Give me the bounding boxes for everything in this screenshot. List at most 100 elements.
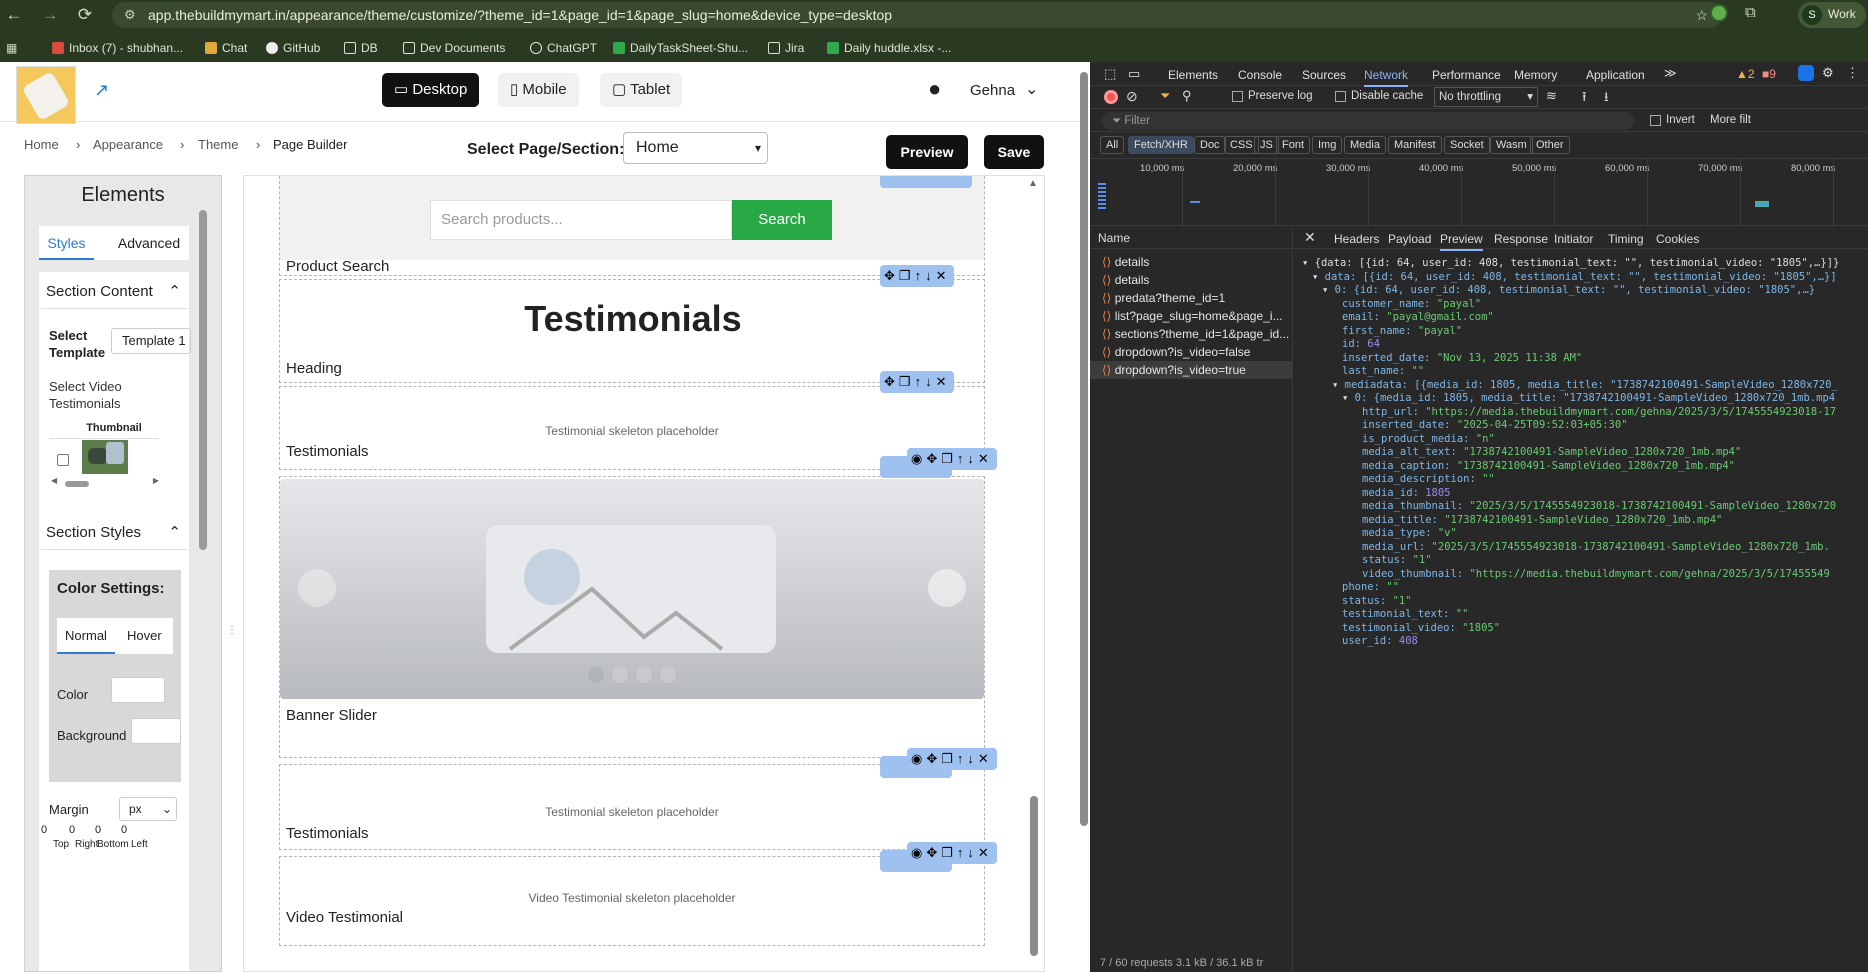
arrow-up-icon[interactable]: ↑: [957, 751, 968, 766]
request-row[interactable]: ⟨⟩ dropdown?is_video=false: [1102, 345, 1250, 359]
arrow-down-icon[interactable]: ↓: [967, 451, 978, 466]
filter-all[interactable]: All: [1100, 136, 1125, 154]
extensions-icon[interactable]: ⧉: [1745, 4, 1756, 21]
inspect-icon[interactable]: ⬚: [1104, 66, 1116, 82]
request-row[interactable]: ⟨⟩ details: [1102, 255, 1149, 269]
visibility-eye-icon[interactable]: ◉: [911, 751, 926, 766]
close-icon[interactable]: ✕: [978, 751, 993, 766]
filter-manifest[interactable]: Manifest: [1388, 136, 1442, 154]
bookmark-daily-huddle[interactable]: Daily huddle.xlsx -...: [827, 41, 951, 55]
close-icon[interactable]: ✕: [978, 451, 993, 466]
filter-socket[interactable]: Socket: [1444, 136, 1490, 154]
network-conditions-icon[interactable]: ≋: [1546, 88, 1557, 104]
section-content-header[interactable]: Section Content ⌃: [41, 275, 187, 309]
section-toolbar-expanded[interactable]: ◉✥❐↑↓✕: [907, 842, 997, 864]
tab-styles[interactable]: Styles: [39, 226, 94, 260]
request-row-selected[interactable]: ⟨⟩ dropdown?is_video=true: [1090, 361, 1292, 379]
section-heading[interactable]: Testimonials Heading: [279, 279, 985, 383]
settings-gear-icon[interactable]: ⚙: [1822, 65, 1834, 81]
arrow-up-icon[interactable]: ↑: [957, 451, 968, 466]
site-info-icon[interactable]: ⚙: [124, 2, 136, 28]
duplicate-icon[interactable]: ❐: [941, 845, 957, 860]
tab-headers[interactable]: Headers: [1334, 232, 1379, 246]
slider-dot[interactable]: [588, 667, 604, 683]
json-root-line[interactable]: ▾ {data: [{id: 64, user_id: 408, testimo…: [1302, 257, 1839, 269]
move-icon[interactable]: ✥: [926, 751, 941, 766]
slider-dot[interactable]: [636, 667, 652, 683]
json-mediadata-line[interactable]: ▾ mediadata: [{media_id: 1805, media_tit…: [1332, 379, 1838, 391]
json-media-item-line[interactable]: ▾ 0: {media_id: 1805, media_title: "1738…: [1342, 392, 1835, 404]
bookmark-star-icon[interactable]: ☆: [1695, 2, 1708, 28]
clear-icon[interactable]: ⊘: [1126, 88, 1138, 105]
profile-button[interactable]: S Work: [1798, 2, 1866, 28]
slider-prev-button[interactable]: [298, 569, 336, 607]
back-icon[interactable]: ←: [4, 5, 24, 25]
export-har-icon[interactable]: ⭳: [1604, 88, 1609, 110]
request-row[interactable]: ⟨⟩ predata?theme_id=1: [1102, 291, 1225, 305]
duplicate-icon[interactable]: ❐: [941, 451, 957, 466]
filter-fetch-xhr[interactable]: Fetch/XHR: [1128, 136, 1194, 154]
filter-img[interactable]: Img: [1312, 136, 1343, 154]
canvas-scrollbar[interactable]: [1030, 796, 1038, 956]
forward-icon[interactable]: →: [40, 5, 60, 25]
preview-button[interactable]: Preview: [886, 135, 968, 169]
tab-sources[interactable]: Sources: [1302, 68, 1346, 82]
move-icon[interactable]: ✥: [884, 374, 899, 389]
ai-assistant-icon[interactable]: [1798, 65, 1814, 81]
margin-unit-select[interactable]: px ⌄: [119, 797, 177, 821]
section-toolbar[interactable]: ✥❐↑↓✕: [880, 371, 955, 393]
move-icon[interactable]: ✥: [884, 268, 899, 283]
margin-left-input[interactable]: 0: [121, 824, 127, 836]
filter-input[interactable]: ⏷ Filter: [1102, 112, 1634, 130]
section-banner-slider[interactable]: Banner Slider: [279, 476, 985, 758]
filter-media[interactable]: Media: [1344, 136, 1386, 154]
tab-initiator[interactable]: Initiator: [1554, 232, 1593, 246]
tab-application[interactable]: Application: [1586, 68, 1645, 82]
arrow-up-icon[interactable]: ↑: [915, 374, 926, 389]
arrow-down-icon[interactable]: ↓: [925, 374, 936, 389]
visibility-eye-icon[interactable]: ◉: [911, 451, 926, 466]
bookmark-chat[interactable]: Chat: [205, 41, 247, 55]
canvas-scroll-up-icon[interactable]: ▲: [1028, 178, 1038, 189]
section-testimonials[interactable]: Testimonial skeleton placeholder Testimo…: [279, 386, 985, 470]
search-input[interactable]: Search products...: [430, 200, 732, 240]
bookmark-gmail[interactable]: Inbox (7) - shubhan...: [52, 41, 183, 55]
page-scrollbar[interactable]: [1080, 72, 1088, 826]
device-toolbar-icon[interactable]: ▭: [1128, 66, 1140, 82]
template-select[interactable]: Template 1: [111, 328, 191, 354]
search-button[interactable]: Search: [732, 200, 832, 240]
tab-console[interactable]: Console: [1238, 68, 1282, 82]
filter-wasm[interactable]: Wasm: [1490, 136, 1533, 154]
tab-timing[interactable]: Timing: [1608, 232, 1644, 246]
tab-hover[interactable]: Hover: [127, 618, 171, 654]
request-row[interactable]: ⟨⟩ details: [1102, 273, 1149, 287]
kebab-menu-icon[interactable]: ⋮: [1846, 65, 1859, 81]
more-tabs-icon[interactable]: ≫: [1664, 66, 1677, 80]
thumbnail-scrollbar[interactable]: ◀ ▶: [49, 476, 159, 489]
tab-performance[interactable]: Performance: [1432, 68, 1501, 82]
request-row[interactable]: ⟨⟩ list?page_slug=home&page_i...: [1102, 309, 1283, 323]
section-toolbar-expanded[interactable]: ◉✥❐↑↓✕: [907, 448, 997, 470]
section-toolbar-expanded[interactable]: ◉✥❐↑↓✕: [907, 748, 997, 770]
arrow-up-icon[interactable]: ↑: [915, 268, 926, 283]
apps-icon[interactable]: ▦: [6, 41, 17, 55]
close-icon[interactable]: ✕: [978, 845, 993, 860]
user-icon[interactable]: ●: [928, 76, 941, 102]
import-har-icon[interactable]: ⭱: [1582, 88, 1587, 110]
close-icon[interactable]: ✕: [936, 268, 951, 283]
arrow-down-icon[interactable]: ↓: [967, 845, 978, 860]
tab-memory[interactable]: Memory: [1514, 68, 1557, 82]
tab-response[interactable]: Response: [1494, 232, 1548, 246]
tab-network[interactable]: Network: [1364, 68, 1409, 87]
bookmark-jira[interactable]: Jira: [768, 41, 804, 55]
section-toolbar[interactable]: [880, 176, 972, 188]
name-column-header[interactable]: Name: [1090, 227, 1293, 249]
move-icon[interactable]: ✥: [926, 451, 941, 466]
search-icon[interactable]: ⚲: [1182, 88, 1192, 104]
section-testimonials[interactable]: Testimonial skeleton placeholder Testimo…: [279, 764, 985, 850]
preserve-log-checkbox[interactable]: [1232, 91, 1243, 102]
user-name[interactable]: Gehna: [970, 82, 1015, 99]
json-data-line[interactable]: ▾ data: [{id: 64, user_id: 408, testimon…: [1312, 271, 1837, 283]
close-detail-icon[interactable]: ✕: [1304, 229, 1316, 246]
warning-count[interactable]: ▲2: [1736, 67, 1755, 81]
